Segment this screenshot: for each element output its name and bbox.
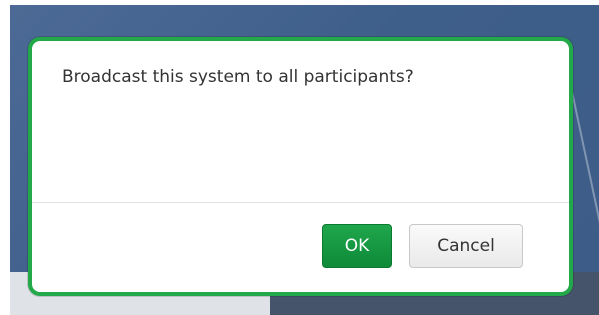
dialog-footer: OK Cancel <box>32 203 569 292</box>
cancel-button[interactable]: Cancel <box>409 224 523 268</box>
dialog-body: Broadcast this system to all participant… <box>32 41 569 201</box>
ok-button[interactable]: OK <box>322 224 392 268</box>
dialog-message: Broadcast this system to all participant… <box>62 67 414 87</box>
confirm-dialog: Broadcast this system to all participant… <box>28 37 573 296</box>
